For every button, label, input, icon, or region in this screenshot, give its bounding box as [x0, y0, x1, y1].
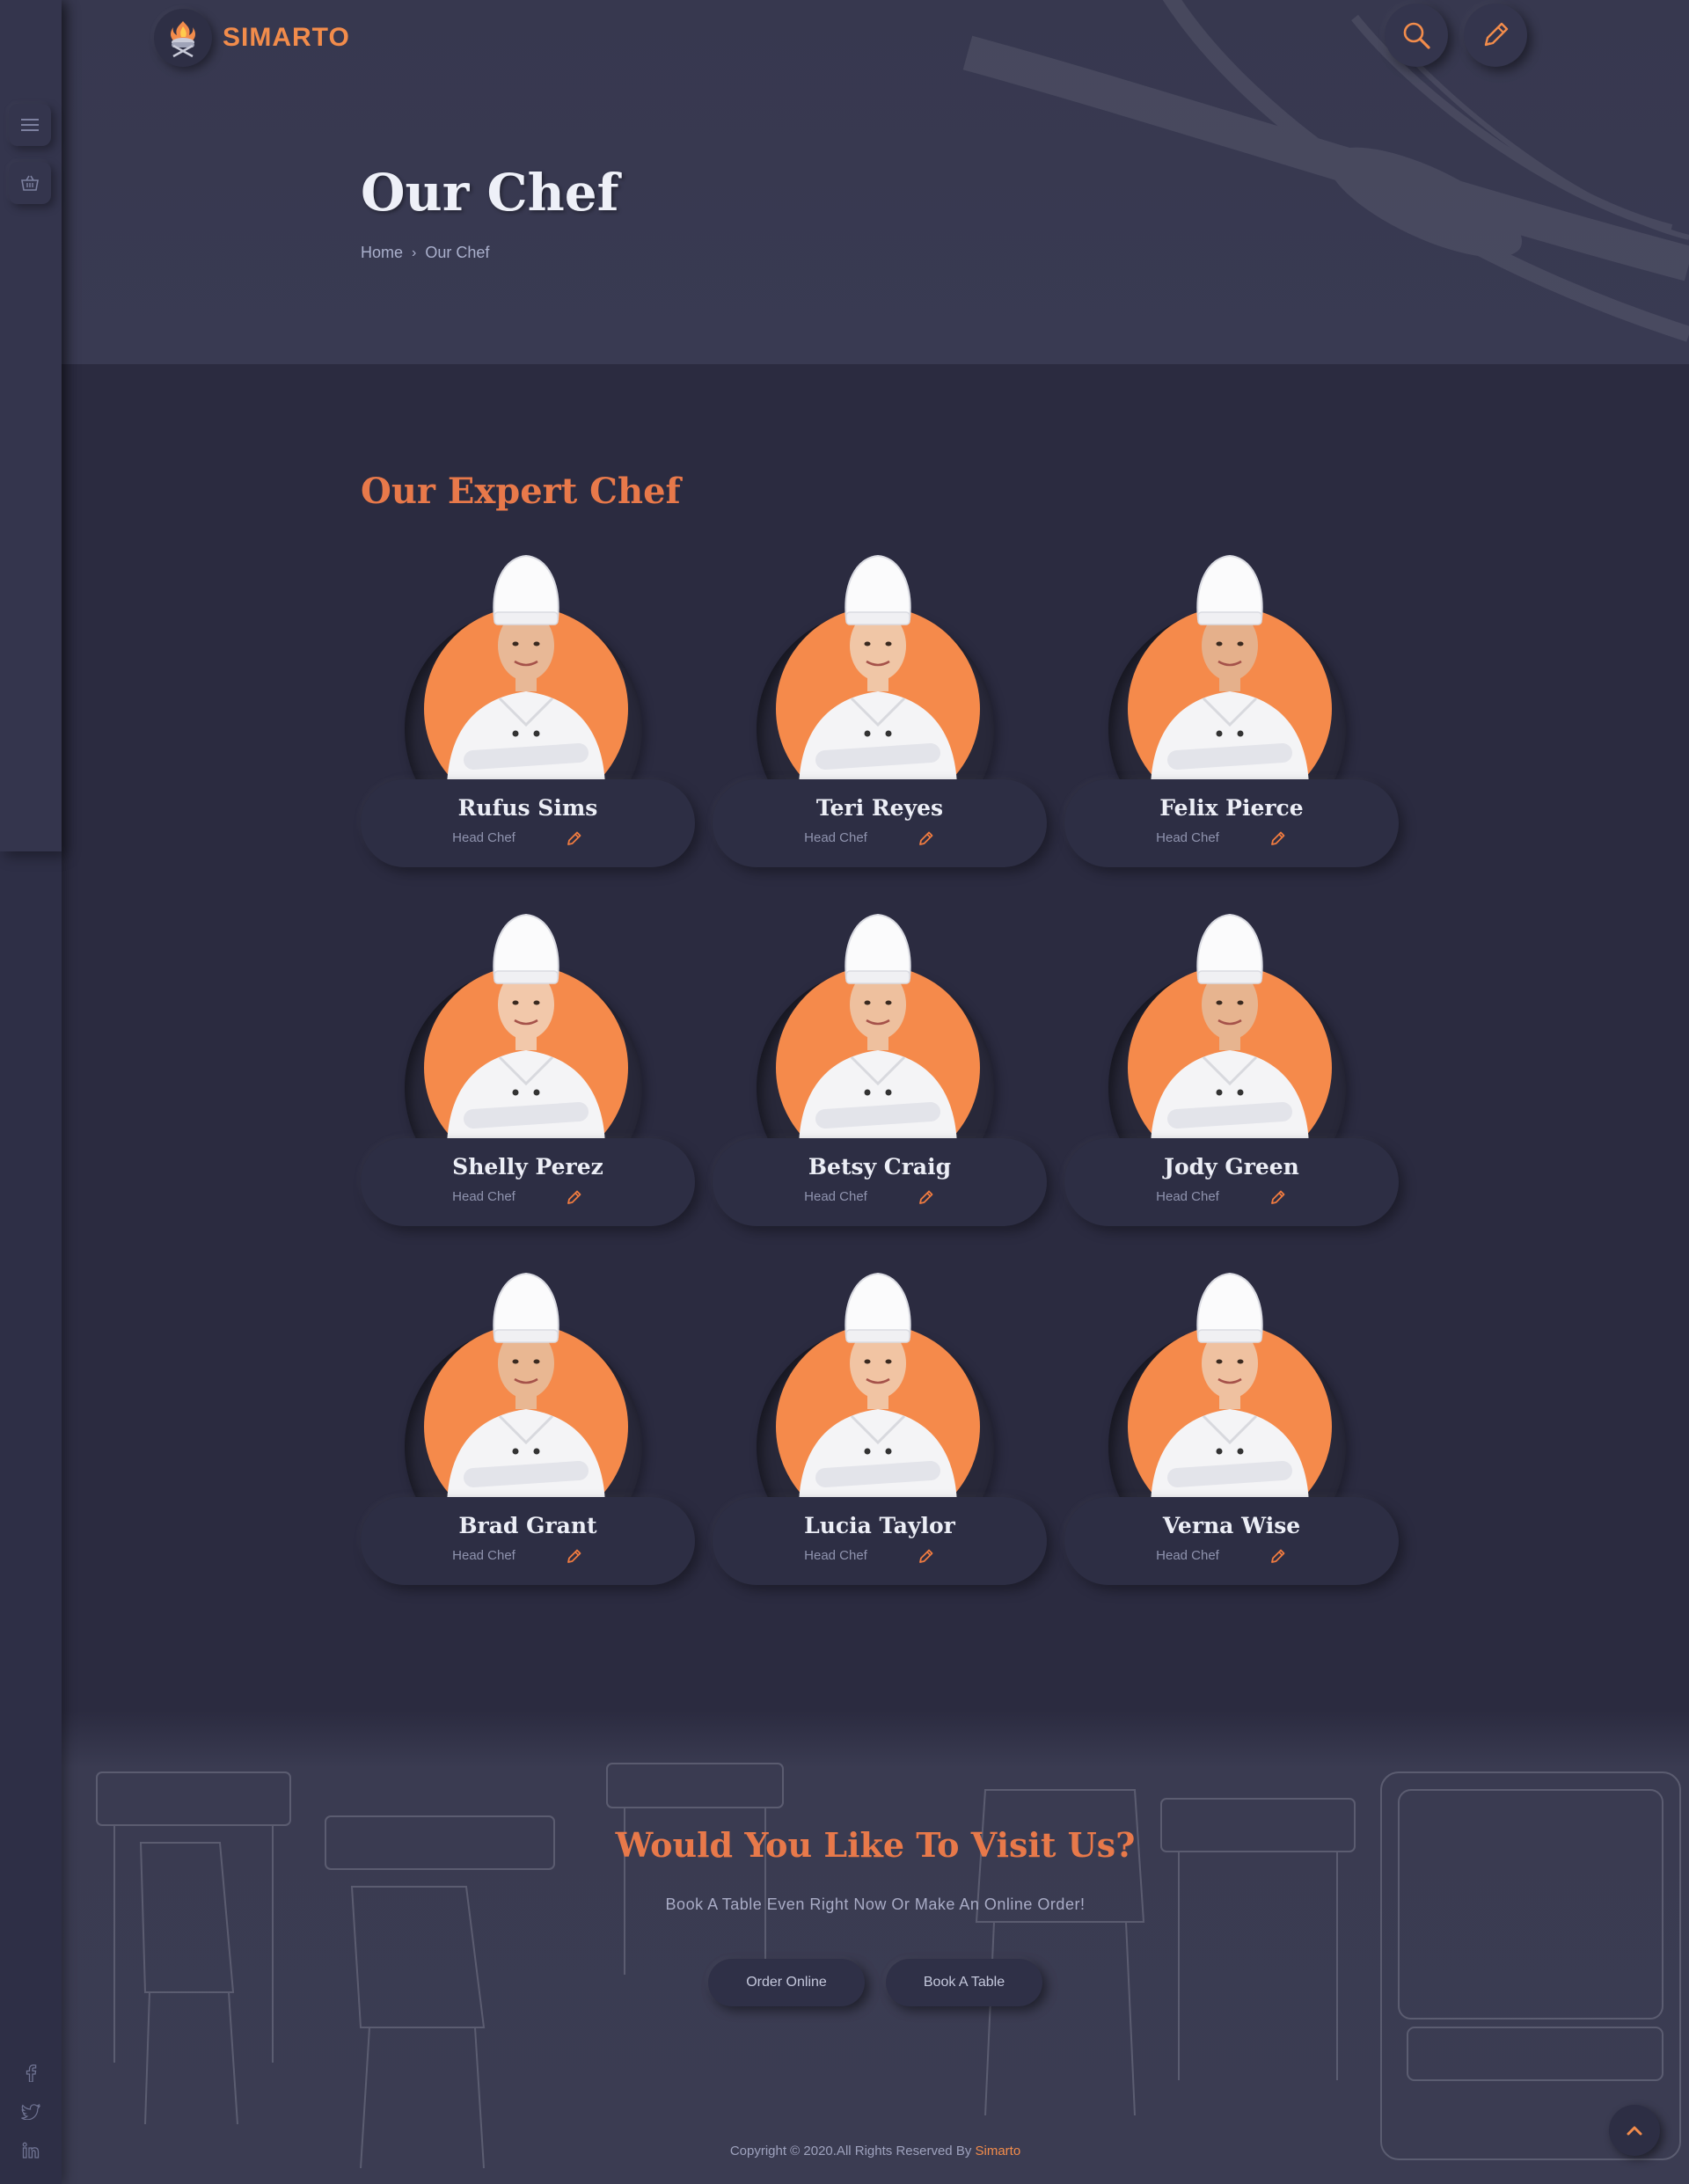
cutlery-background: [962, 0, 1689, 342]
search-button[interactable]: [1385, 4, 1448, 67]
menu-button[interactable]: [9, 104, 51, 146]
chef-name: Lucia Taylor: [804, 1513, 955, 1538]
edit-button[interactable]: [1464, 4, 1527, 67]
chef-name: Verna Wise: [1162, 1513, 1301, 1538]
chef-card: Jody Green Head Chef: [1064, 908, 1399, 1226]
section-title: Our Expert Chef: [361, 471, 681, 512]
basket-icon: [21, 175, 39, 191]
chef-card: Brad Grant Head Chef: [361, 1267, 695, 1585]
chef-card: Teri Reyes Head Chef: [713, 549, 1047, 867]
chef-name: Betsy Craig: [808, 1154, 952, 1180]
logo-emblem: [154, 9, 212, 67]
chef-edit-button[interactable]: [917, 829, 936, 848]
chef-name: Jody Green: [1164, 1154, 1299, 1180]
hamburger-icon: [21, 119, 39, 131]
twitter-link[interactable]: [21, 2102, 40, 2122]
pencil-icon: [1271, 831, 1285, 845]
chef-photo: [424, 554, 628, 786]
chef-info-plate: [361, 1138, 695, 1226]
page-header: SIMARTO Our Chef Home › Our Chef: [62, 0, 1689, 364]
chef-edit-button[interactable]: [917, 1546, 936, 1566]
chef-name: Brad Grant: [458, 1513, 597, 1538]
chef-edit-button[interactable]: [565, 1187, 584, 1207]
chef-grill-icon: [171, 21, 195, 58]
restaurant-background: [96, 1763, 1681, 2169]
facebook-icon: [26, 2064, 37, 2082]
pencil-icon: [567, 1190, 581, 1204]
copyright: Copyright © 2020.All Rights Reserved By …: [62, 2144, 1689, 2158]
chef-photo: [776, 1272, 980, 1504]
visit-section: Would You Like To Visit Us? Book A Table…: [62, 1711, 1689, 2184]
pencil-icon: [919, 831, 933, 845]
pencil-icon: [1271, 1549, 1285, 1563]
breadcrumb-current: Our Chef: [425, 244, 490, 261]
chef-photo: [424, 1272, 628, 1504]
chef-edit-button[interactable]: [565, 1546, 584, 1566]
chef-edit-button[interactable]: [1269, 1187, 1288, 1207]
linkedin-icon: [22, 2142, 40, 2158]
page-title: Our Chef: [361, 163, 619, 223]
linkedin-link[interactable]: [21, 2141, 40, 2160]
scroll-to-top-button[interactable]: [1609, 2105, 1660, 2156]
pencil-icon: [567, 1549, 581, 1563]
chef-name: Shelly Perez: [452, 1154, 603, 1180]
facebook-link[interactable]: [21, 2063, 40, 2083]
chevron-up-icon: [1627, 2126, 1642, 2136]
cart-button[interactable]: [9, 162, 51, 204]
breadcrumb-home[interactable]: Home: [361, 244, 403, 262]
chef-photo: [776, 913, 980, 1145]
visit-subtitle: Book A Table Even Right Now Or Make An O…: [665, 1895, 1086, 1913]
chef-name: Felix Pierce: [1159, 795, 1304, 821]
twitter-icon: [21, 2104, 40, 2120]
chef-photo: [1128, 913, 1332, 1145]
chef-info-plate: [361, 779, 695, 867]
chef-info-plate: [713, 1138, 1047, 1226]
chef-edit-button[interactable]: [1269, 1546, 1288, 1566]
chef-photo: [776, 554, 980, 786]
chef-info-plate: [1064, 1497, 1399, 1585]
left-sidebar: [0, 0, 62, 2184]
chef-card: Betsy Craig Head Chef: [713, 908, 1047, 1226]
pencil-icon: [1484, 22, 1509, 47]
chef-edit-button[interactable]: [565, 829, 584, 848]
site-logo[interactable]: SIMARTO: [154, 9, 350, 67]
chef-info-plate: [1064, 1138, 1399, 1226]
pencil-icon: [1271, 1190, 1285, 1204]
pencil-icon: [567, 831, 581, 845]
chef-card: Felix Pierce Head Chef: [1064, 549, 1399, 867]
chef-photo: [424, 913, 628, 1145]
search-icon: [1403, 22, 1430, 49]
chef-info-plate: [713, 1497, 1047, 1585]
chef-info-plate: [1064, 779, 1399, 867]
chef-edit-button[interactable]: [1269, 829, 1288, 848]
chef-info-plate: [361, 1497, 695, 1585]
pencil-icon: [919, 1549, 933, 1563]
chef-card: Verna Wise Head Chef: [1064, 1267, 1399, 1585]
chef-info-plate: [713, 779, 1047, 867]
chef-photo: [1128, 1272, 1332, 1504]
chef-card: Lucia Taylor Head Chef: [713, 1267, 1047, 1585]
chef-name: Rufus Sims: [457, 795, 598, 821]
chef-card: Rufus Sims Head Chef: [361, 549, 695, 867]
breadcrumb: Home › Our Chef: [361, 244, 489, 262]
chef-photo: [1128, 554, 1332, 786]
chef-name: Teri Reyes: [815, 795, 944, 821]
chevron-right-icon: ›: [412, 245, 417, 260]
order-online-button[interactable]: Order Online: [708, 1959, 865, 2006]
chef-edit-button[interactable]: [917, 1187, 936, 1207]
visit-title: Would You Like To Visit Us?: [615, 1825, 1136, 1865]
pencil-icon: [919, 1190, 933, 1204]
copyright-brand-link[interactable]: Simarto: [976, 2144, 1021, 2158]
book-table-button[interactable]: Book A Table: [886, 1959, 1042, 2006]
chef-card: Shelly Perez Head Chef: [361, 908, 695, 1226]
copyright-text: Copyright © 2020.All Rights Reserved By: [729, 2144, 976, 2158]
brand-name: SIMARTO: [223, 23, 350, 52]
